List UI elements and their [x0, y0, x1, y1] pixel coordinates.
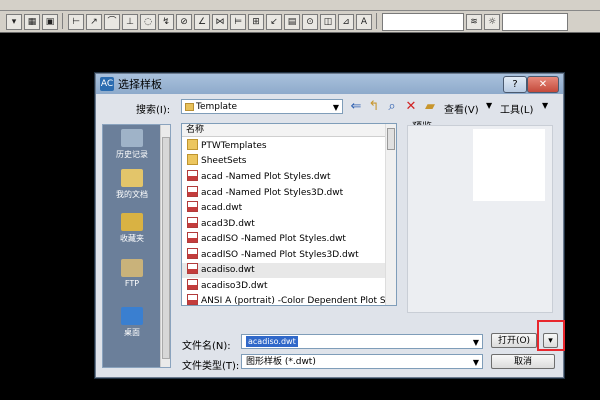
dwt-file-icon: [187, 294, 198, 305]
highlight-box: [537, 320, 565, 351]
quick-dim-icon[interactable]: ⋈: [212, 14, 228, 30]
jogged-icon[interactable]: ↯: [158, 14, 174, 30]
search-in-label: 搜索(I):: [136, 105, 171, 116]
dim-style-dropdown[interactable]: [382, 13, 464, 31]
filename-field[interactable]: acadiso.dwt ▼: [241, 334, 483, 349]
list-item[interactable]: acadISO -Named Plot Styles3D.dwt: [182, 248, 385, 263]
place-my-documents[interactable]: 我的文档: [103, 169, 161, 200]
folder-icon: [187, 154, 198, 165]
select-template-dialog: AC 选择样板 ? ✕ 搜索(I): Template ▼ ⇐ ↰ ⌕ ✕ ▰ …: [95, 73, 565, 378]
list-item[interactable]: acad.dwt: [182, 201, 385, 216]
aligned-dim-icon[interactable]: ↗: [86, 14, 102, 30]
help-button[interactable]: ?: [503, 76, 527, 93]
open-button[interactable]: 打开(O): [491, 333, 537, 348]
dialog-titlebar: AC 选择样板 ? ✕: [96, 74, 563, 94]
dialog-title: 选择样板: [118, 78, 162, 91]
list-item-selected[interactable]: acadiso.dwt: [182, 263, 385, 278]
chevron-down-icon: ▼: [332, 103, 339, 112]
inspect-icon[interactable]: ◫: [320, 14, 336, 30]
dwt-file-icon: [187, 248, 198, 259]
desktop-icon: [121, 307, 143, 325]
dwt-file-icon: [187, 170, 198, 181]
dim-text-edit-icon[interactable]: A: [356, 14, 372, 30]
history-icon: [121, 129, 143, 147]
layers-icon[interactable]: ≋: [466, 14, 482, 30]
list-item[interactable]: acadISO -Named Plot Styles.dwt: [182, 232, 385, 247]
delete-icon[interactable]: ✕: [403, 99, 419, 115]
folder-icon: [185, 103, 194, 111]
list-item[interactable]: acad -Named Plot Styles3D.dwt: [182, 186, 385, 201]
preview-panel: [407, 125, 553, 313]
arc-length-icon[interactable]: ⌒: [104, 14, 120, 30]
dwt-file-icon: [187, 263, 198, 274]
search-web-icon[interactable]: ⌕: [384, 99, 400, 115]
filename-label: 文件名(N):: [182, 341, 231, 352]
lightbulb-icon[interactable]: ☼: [484, 14, 500, 30]
tolerance-icon[interactable]: ▤: [284, 14, 300, 30]
place-history[interactable]: 历史记录: [103, 129, 161, 160]
chevron-down-icon[interactable]: ▼: [473, 355, 479, 370]
layer-tool-icon[interactable]: ▾: [6, 14, 22, 30]
list-item[interactable]: acad -Named Plot Styles.dwt: [182, 170, 385, 185]
filetype-label: 文件类型(T):: [182, 361, 240, 372]
tools-menu-arrow-icon[interactable]: ▼: [542, 101, 548, 110]
file-list-scrollbar[interactable]: [385, 124, 396, 305]
center-mark-icon[interactable]: ⊙: [302, 14, 318, 30]
diameter-dim-icon[interactable]: ⊘: [176, 14, 192, 30]
up-folder-icon[interactable]: ↰: [366, 99, 382, 115]
dwt-file-icon: [187, 232, 198, 243]
folder-icon: [187, 139, 198, 150]
place-ftp[interactable]: FTP: [103, 259, 161, 288]
tools-menu[interactable]: 工具(L): [500, 101, 533, 116]
list-item[interactable]: PTWTemplates: [182, 139, 385, 154]
places-bar: 历史记录 我的文档 收藏夹 FTP 桌面: [102, 124, 171, 368]
dwt-file-icon: [187, 279, 198, 290]
dwt-file-icon: [187, 186, 198, 197]
close-button[interactable]: ✕: [527, 76, 559, 93]
linear-dim-icon[interactable]: ⊢: [68, 14, 84, 30]
chevron-down-icon[interactable]: ▼: [473, 335, 479, 350]
list-item[interactable]: acad3D.dwt: [182, 217, 385, 232]
search-in-value: Template: [196, 102, 238, 112]
places-scrollbar[interactable]: [160, 125, 170, 367]
favorites-icon: [121, 213, 143, 231]
dim-edit-icon[interactable]: ⊿: [338, 14, 354, 30]
filetype-value: 图形样板 (*.dwt): [246, 357, 316, 367]
layer-dropdown[interactable]: [502, 13, 568, 31]
view-menu-arrow-icon[interactable]: ▼: [486, 101, 492, 110]
properties-tool-icon[interactable]: ▣: [42, 14, 58, 30]
filename-value: acadiso.dwt: [246, 336, 298, 347]
autocad-icon: AC: [100, 77, 114, 91]
list-item[interactable]: SheetSets: [182, 154, 385, 169]
my-documents-icon: [121, 169, 143, 187]
place-favorites[interactable]: 收藏夹: [103, 213, 161, 244]
view-menu[interactable]: 查看(V): [444, 101, 479, 116]
baseline-dim-icon[interactable]: ⊨: [230, 14, 246, 30]
new-folder-icon[interactable]: ▰: [422, 99, 438, 115]
grid-tool-icon[interactable]: ▦: [24, 14, 40, 30]
search-in-combo[interactable]: Template ▼: [181, 99, 343, 114]
back-icon[interactable]: ⇐: [348, 99, 364, 115]
continue-dim-icon[interactable]: ⊞: [248, 14, 264, 30]
place-desktop[interactable]: 桌面: [103, 307, 161, 338]
top-toolbar: [0, 0, 600, 11]
radius-dim-icon[interactable]: ◌: [140, 14, 156, 30]
leader-icon[interactable]: ↙: [266, 14, 282, 30]
ftp-icon: [121, 259, 143, 277]
angular-dim-icon[interactable]: ∠: [194, 14, 210, 30]
filetype-select[interactable]: 图形样板 (*.dwt) ▼: [241, 354, 483, 369]
column-header-name[interactable]: 名称: [182, 124, 385, 137]
ordinate-icon[interactable]: ⊥: [122, 14, 138, 30]
file-list: 名称 PTWTemplates SheetSets acad -Named Pl…: [181, 123, 397, 306]
drawing-toolbar: ▾ ▦ ▣ ⊢ ↗ ⌒ ⊥ ◌ ↯ ⊘ ∠ ⋈ ⊨ ⊞ ↙ ▤ ⊙ ◫ ⊿ A …: [0, 11, 600, 33]
list-item[interactable]: acadiso3D.dwt: [182, 279, 385, 294]
dwt-file-icon: [187, 201, 198, 212]
preview-image: [473, 129, 545, 201]
cancel-button[interactable]: 取消: [491, 354, 555, 369]
dwt-file-icon: [187, 217, 198, 228]
list-item[interactable]: ANSI A (portrait) -Color Dependent Plot …: [182, 294, 385, 305]
